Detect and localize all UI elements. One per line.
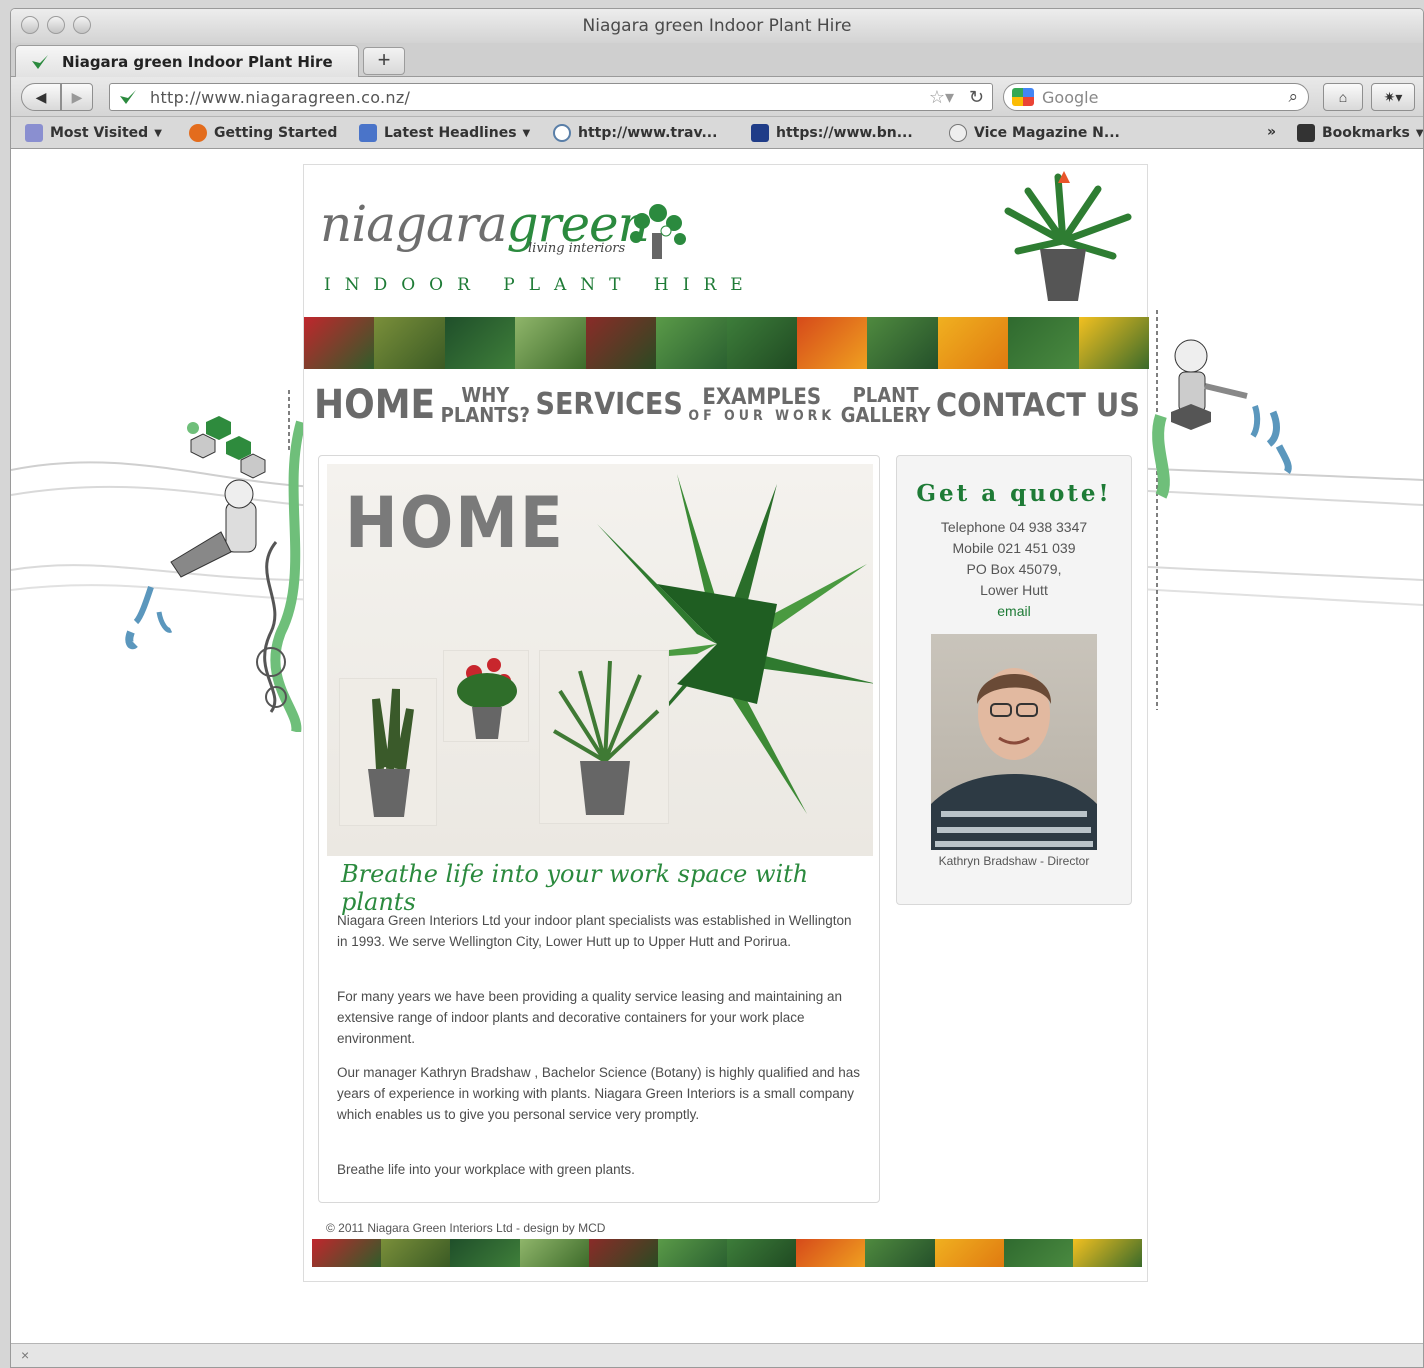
snake-plant-photo bbox=[339, 678, 437, 826]
home-icon: ⌂ bbox=[1338, 89, 1348, 105]
home-button[interactable]: ⌂ bbox=[1323, 83, 1363, 111]
nav-home[interactable]: Home bbox=[314, 385, 435, 425]
nav-services[interactable]: Services bbox=[536, 390, 683, 420]
portrait-caption: Kathryn Bradshaw - Director bbox=[938, 854, 1090, 868]
intro-paragraph-1: Niagara Green Interiors Ltd your indoor … bbox=[337, 913, 852, 949]
plant-banner-bottom bbox=[312, 1239, 1143, 1267]
quote-telephone: Telephone 04 938 3347 bbox=[940, 519, 1088, 535]
site-nav: Home Why Plants? Services Examples of our … bbox=[314, 377, 1140, 433]
nav-why-plants[interactable]: Why Plants? bbox=[441, 385, 530, 425]
nav-examples[interactable]: Examples of our work bbox=[688, 387, 835, 424]
intro-paragraph-4: Breathe life into your workplace with gr… bbox=[337, 1162, 635, 1177]
rss-icon bbox=[359, 124, 377, 142]
hero-image: HOME bbox=[327, 464, 873, 856]
email-link[interactable]: email bbox=[897, 601, 1131, 622]
quote-title: Get a quote! bbox=[916, 480, 1112, 507]
tree-logo-icon bbox=[630, 204, 686, 259]
back-arrow-icon: ◀ bbox=[35, 89, 47, 105]
bookmarks-icon bbox=[1297, 124, 1315, 142]
site-tagline: INDOOR PLANT HIRE bbox=[324, 275, 757, 295]
search-bar[interactable]: Google ⌕ bbox=[1003, 83, 1309, 111]
title-bar: Niagara green Indoor Plant Hire bbox=[11, 9, 1423, 43]
anthurium-photo bbox=[443, 650, 529, 742]
bookmarks-menu[interactable]: Bookmarks ▼ bbox=[1297, 124, 1423, 142]
page-viewport: niagaragreen living interiors INDOOR PLA… bbox=[11, 150, 1423, 1345]
intro-paragraph-3: Our manager Kathryn Bradshaw , Bachelor … bbox=[337, 1065, 861, 1122]
plant-banner-top bbox=[304, 317, 1150, 369]
forward-button[interactable]: ▶ bbox=[61, 83, 93, 111]
bookmark-trav[interactable]: http://www.trav... bbox=[553, 124, 717, 142]
wordpress-icon bbox=[553, 124, 571, 142]
tab-label: Niagara green Indoor Plant Hire bbox=[62, 52, 333, 71]
url-text: http://www.niagaragreen.co.nz/ bbox=[150, 87, 411, 107]
search-icon[interactable]: ⌕ bbox=[1288, 87, 1298, 107]
bookmark-latest-headlines[interactable]: Latest Headlines ▼ bbox=[359, 124, 530, 142]
slogan: Breathe life into your work space with p… bbox=[341, 860, 809, 916]
bookmarks-toolbar: Most Visited ▼ Getting Started Latest Hea… bbox=[11, 117, 1423, 149]
bookmarks-overflow[interactable]: » bbox=[1267, 124, 1276, 140]
site-identity-icon bbox=[120, 90, 136, 104]
quote-city: Lower Hutt bbox=[980, 582, 1048, 598]
gardener-illustration-left bbox=[125, 416, 306, 732]
reload-icon[interactable]: ↻ bbox=[969, 87, 984, 108]
bookmark-most-visited[interactable]: Most Visited ▼ bbox=[25, 124, 162, 142]
addon-button[interactable]: ✷▾ bbox=[1371, 83, 1415, 111]
favicon-icon bbox=[32, 54, 48, 69]
home-heading: HOME bbox=[345, 482, 565, 564]
navigation-toolbar: ◀ ▶ http://www.niagaragreen.co.nz/ ☆▾ ↻ … bbox=[11, 77, 1423, 117]
potted-plant-image bbox=[1004, 171, 1132, 301]
search-placeholder: Google bbox=[1042, 87, 1099, 107]
intro-paragraph-2: For many years we have been providing a … bbox=[337, 989, 843, 1046]
star-flag-icon bbox=[751, 124, 769, 142]
tab-bar: Niagara green Indoor Plant Hire + bbox=[11, 43, 1423, 77]
forward-arrow-icon: ▶ bbox=[71, 89, 83, 105]
quote-mobile: Mobile 021 451 039 bbox=[952, 540, 1076, 556]
bookmark-getting-started[interactable]: Getting Started bbox=[189, 124, 337, 142]
quote-panel: Get a quote! Telephone 04 938 3347 Mobil… bbox=[896, 455, 1132, 905]
window-title: Niagara green Indoor Plant Hire bbox=[582, 16, 852, 36]
site-footer: © 2011 Niagara Green Interiors Ltd - des… bbox=[326, 1221, 606, 1235]
site-page: niagaragreen living interiors INDOOR PLA… bbox=[303, 164, 1150, 1282]
back-button[interactable]: ◀ bbox=[21, 83, 61, 111]
tab-niagara[interactable]: Niagara green Indoor Plant Hire bbox=[15, 45, 359, 77]
main-content: HOME Breathe life into your work space w… bbox=[318, 455, 880, 1203]
bookmark-star-icon[interactable]: ☆▾ bbox=[929, 87, 954, 108]
gardener-illustration-right bbox=[1152, 339, 1292, 499]
addon-icon: ✷▾ bbox=[1383, 89, 1403, 105]
url-bar[interactable]: http://www.niagaragreen.co.nz/ ☆▾ ↻ bbox=[109, 83, 993, 111]
firefox-icon bbox=[189, 124, 207, 142]
status-bar: × bbox=[11, 1343, 1423, 1367]
bookmark-bn[interactable]: https://www.bn... bbox=[751, 124, 913, 142]
director-portrait bbox=[931, 634, 1097, 850]
quote-po-box: PO Box 45079, bbox=[966, 561, 1062, 577]
vice-icon bbox=[949, 124, 967, 142]
bookmark-vice[interactable]: Vice Magazine N... bbox=[949, 124, 1120, 142]
new-tab-button[interactable]: + bbox=[363, 47, 405, 75]
browser-window: Niagara green Indoor Plant Hire Niagara … bbox=[10, 8, 1424, 1368]
google-icon bbox=[1012, 88, 1034, 106]
logo-subtitle: living interiors bbox=[528, 241, 626, 256]
nav-contact-us[interactable]: Contact us bbox=[936, 389, 1140, 421]
close-icon[interactable]: × bbox=[21, 1347, 29, 1363]
folder-icon bbox=[25, 124, 43, 142]
nav-plant-gallery[interactable]: Plant Gallery bbox=[841, 385, 931, 425]
palm-photo bbox=[539, 650, 669, 824]
